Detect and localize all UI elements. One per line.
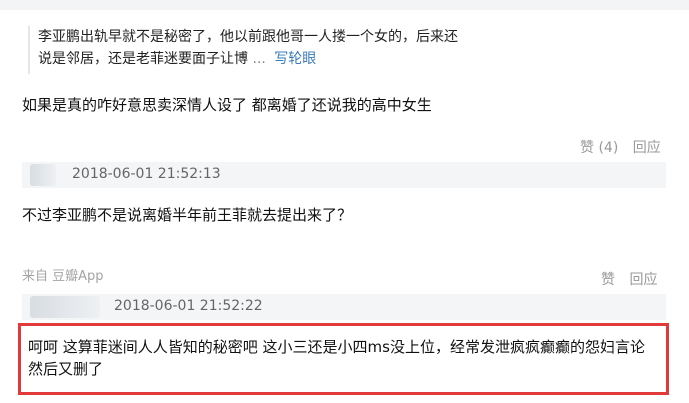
- avatar[interactable]: [30, 296, 100, 318]
- like-count: (4): [598, 140, 619, 156]
- reply-button[interactable]: 回应: [629, 272, 657, 288]
- comment3-text: 呵呵 这算菲迷间人人皆知的秘密吧 这小三还是小四ms没上位，经常发泄疯疯癫癫的怨…: [28, 338, 645, 378]
- like-label: 赞: [580, 140, 594, 156]
- comment3-timestamp: 2018-06-01 21:52:22: [114, 298, 263, 314]
- expand-quote-link[interactable]: 写轮眼: [274, 51, 316, 67]
- quoted-comment: 李亚鹏出轨早就不是秘密了，他以前跟他哥一人搂一个女的，后来还 说是邻居，还是老菲…: [28, 26, 468, 74]
- quote-line-2-text: 说是邻居，还是老菲迷要面子让博: [38, 51, 248, 67]
- comment2-actions: 赞 回应: [601, 269, 657, 289]
- like-button[interactable]: 赞: [601, 272, 615, 288]
- quote-ellipsis: ...: [252, 51, 266, 67]
- highlighted-comment: 呵呵 这算菲迷间人人皆知的秘密吧 这小三还是小四ms没上位，经常发泄疯疯癫癫的怨…: [18, 323, 669, 395]
- top-blurred-text: [8, 0, 308, 6]
- reply-button[interactable]: 回应: [633, 140, 661, 156]
- reply1-text: 如果是真的咋好意思卖深情人设了 都离婚了还说我的高中女生: [22, 96, 432, 114]
- comment2-timestamp: 2018-06-01 21:52:13: [72, 166, 221, 182]
- quote-line-1: 李亚鹏出轨早就不是秘密了，他以前跟他哥一人搂一个女的，后来还: [38, 29, 458, 45]
- avatar[interactable]: [30, 164, 56, 186]
- top-meta-strip: [0, 0, 689, 10]
- reply1-actions: 赞 (4) 回应: [580, 137, 661, 157]
- quote-line-2: 说是邻居，还是老菲迷要面子让博 ... 写轮眼: [38, 48, 468, 70]
- like-button[interactable]: 赞 (4): [580, 140, 618, 156]
- comment3-meta-bar: 2018-06-01 21:52:22: [22, 294, 666, 320]
- comment2-text: 不过李亚鹏不是说离婚半年前王菲就去提出来了？: [22, 206, 353, 224]
- comment2-source: 来自 豆瓣App: [22, 269, 104, 284]
- comment2-meta-bar: 2018-06-01 21:52:13: [22, 162, 666, 188]
